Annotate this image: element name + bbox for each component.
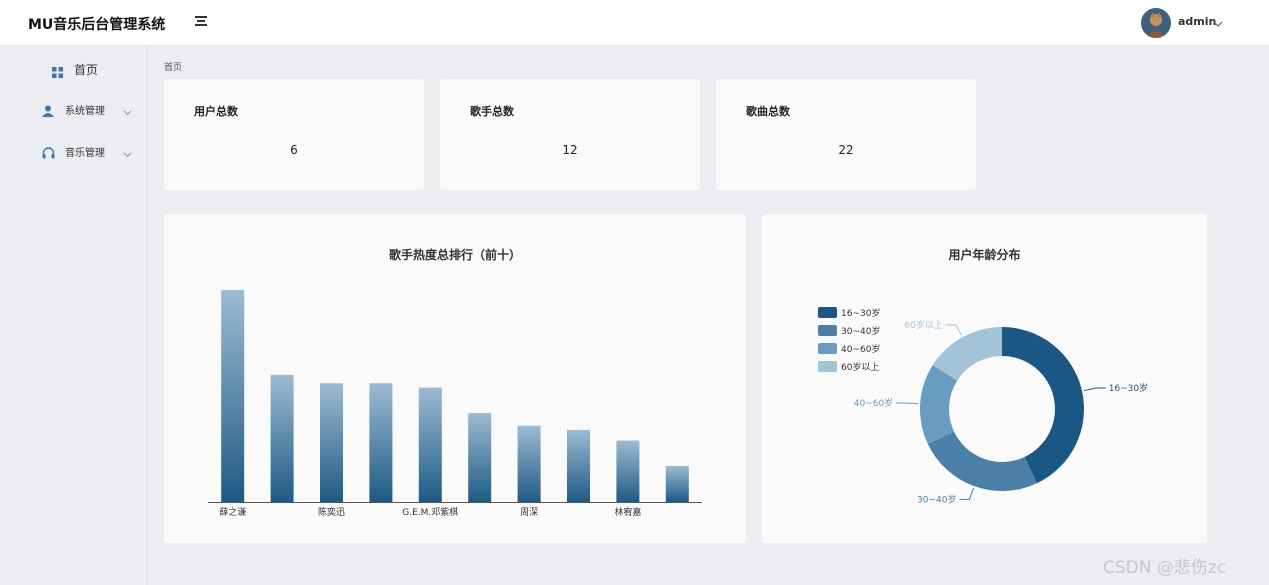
bar-chart: 薛之谦 陈奕迅 G.E.M.邓紫棋 周深 林宥嘉	[208, 290, 702, 518]
stat-title: 歌曲总数	[746, 105, 790, 118]
breadcrumb[interactable]: 首页	[164, 60, 182, 73]
bar[interactable]	[468, 412, 492, 502]
bar[interactable]	[418, 387, 442, 502]
menu-toggle-icon[interactable]	[195, 16, 207, 28]
slice-leader-line	[1083, 387, 1106, 392]
pie-slice[interactable]	[1002, 327, 1084, 484]
bar[interactable]	[616, 440, 640, 502]
legend-label[interactable]: 16~30岁	[841, 307, 880, 319]
avatar[interactable]	[1141, 8, 1171, 38]
bar[interactable]	[320, 383, 343, 502]
x-tick-label: 薛之谦	[219, 506, 246, 518]
stat-card-users: 用户总数 6	[164, 79, 424, 190]
x-tick-label: 陈奕迅	[318, 506, 345, 518]
slice-leader-line	[945, 324, 962, 336]
legend-swatch[interactable]	[818, 361, 837, 372]
legend-swatch[interactable]	[818, 343, 837, 354]
stat-title: 歌手总数	[470, 105, 514, 118]
slice-label: 30~40岁	[917, 493, 956, 505]
chevron-down-icon[interactable]	[1213, 14, 1223, 33]
slice-label: 40~60岁	[854, 397, 893, 409]
sidebar-item-label: 首页	[74, 63, 99, 77]
grid-icon	[52, 63, 63, 82]
stat-value: 6	[290, 143, 298, 157]
bar[interactable]	[221, 290, 245, 502]
pie-chart: 16~30岁 30~40岁 40~60岁 60岁以上 16~30岁 30~40岁 40~60…	[818, 307, 1148, 505]
chevron-down-icon	[123, 144, 132, 163]
sidebar: 首页 系统管理 音乐管理	[0, 46, 148, 585]
bar[interactable]	[665, 465, 689, 502]
bar[interactable]	[270, 374, 294, 502]
legend-label[interactable]: 40~60岁	[841, 343, 880, 355]
sidebar-item-music[interactable]: 音乐管理	[0, 131, 148, 171]
sidebar-item-system[interactable]: 系统管理	[0, 89, 148, 129]
app-title: MU音乐后台管理系统	[28, 17, 166, 33]
x-tick-label: 周深	[520, 507, 538, 518]
slice-leader-line	[959, 487, 975, 500]
legend-label[interactable]: 30~40岁	[841, 325, 880, 337]
slice-label: 16~30岁	[1109, 382, 1148, 394]
stat-value: 22	[838, 143, 854, 157]
headphones-icon	[42, 144, 55, 163]
bar[interactable]	[517, 425, 541, 502]
top-header: MU音乐后台管理系统 admin	[0, 0, 1269, 46]
watermark: CSDN @悲伤zc	[1103, 558, 1227, 578]
slice-leader-line	[896, 402, 919, 405]
x-tick-label: 林宥嘉	[614, 506, 641, 518]
sidebar-item-label: 系统管理	[65, 106, 105, 117]
legend-label[interactable]: 60岁以上	[841, 361, 879, 373]
bar-chart-panel: 歌手热度总排行（前十） 薛之谦 陈奕迅 G.E.M.邓紫棋 周深 林宥嘉	[164, 214, 746, 543]
bar[interactable]	[369, 383, 393, 502]
x-tick-label: G.E.M.邓紫棋	[402, 506, 458, 518]
chevron-down-icon	[123, 102, 132, 121]
pie-chart-panel: 用户年龄分布 16~30岁 30~40岁 40~60岁 60岁以上 16~30岁 30~4…	[762, 214, 1207, 543]
stat-card-songs: 歌曲总数 22	[716, 79, 976, 190]
slice-label: 60岁以上	[904, 319, 942, 331]
legend-swatch[interactable]	[818, 325, 837, 336]
sidebar-item-home[interactable]: 首页	[0, 49, 148, 89]
user-name[interactable]: admin	[1178, 15, 1216, 28]
stat-title: 用户总数	[194, 105, 238, 118]
stat-card-singers: 歌手总数 12	[440, 79, 700, 190]
legend-swatch[interactable]	[818, 307, 837, 318]
bar[interactable]	[567, 429, 590, 502]
sidebar-item-label: 音乐管理	[65, 148, 105, 159]
user-icon	[42, 102, 54, 121]
stat-value: 12	[562, 143, 578, 157]
pie-slice[interactable]	[927, 431, 1037, 491]
